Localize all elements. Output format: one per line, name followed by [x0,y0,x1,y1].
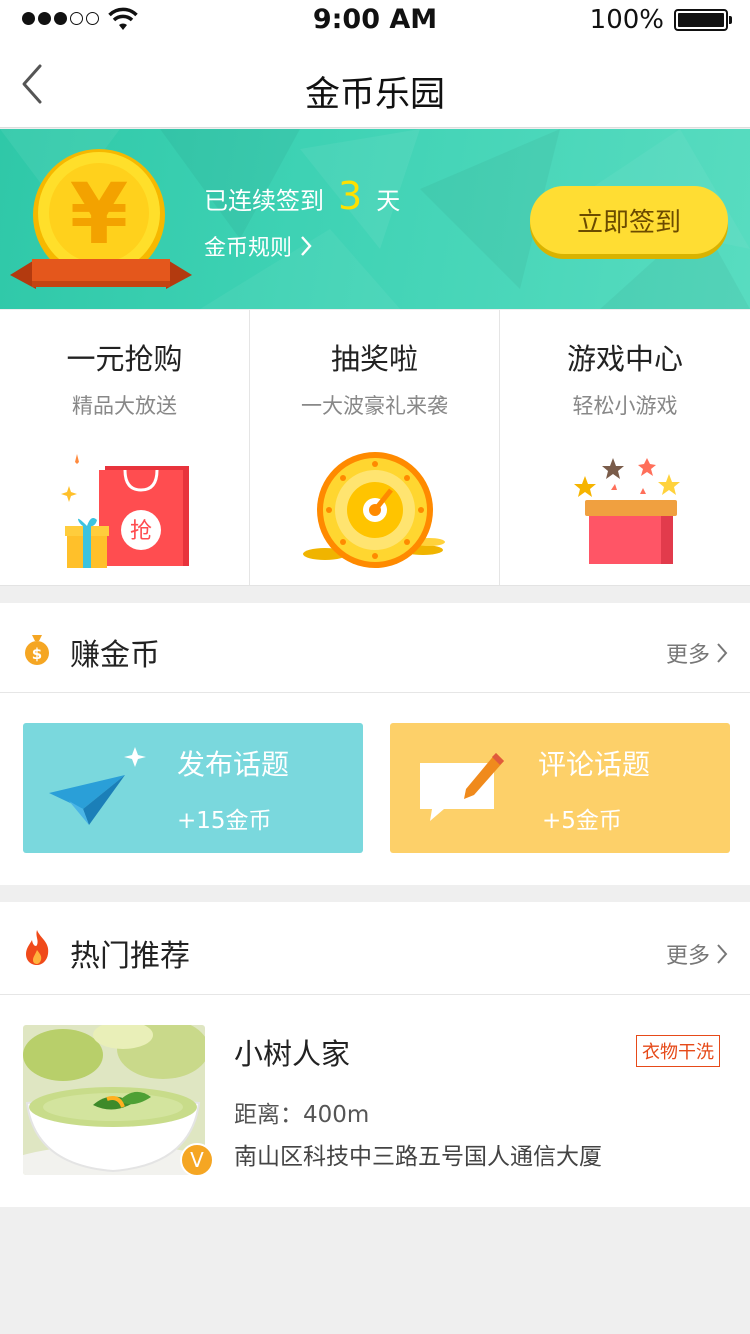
lottery-wheel-icon [302,452,445,568]
card-title: 发布话题 [177,748,290,781]
feature-title: 一元抢购 [66,342,183,376]
hot-more-link[interactable]: 更多 [666,938,728,970]
signin-days: 3 [338,174,363,218]
shop-distance: 距离：400m [234,1102,370,1128]
battery-icon [674,9,732,31]
shop-address: 南山区科技中三路五号国人通信大厦 [234,1144,602,1170]
flash-sale-badge: 抢 [129,519,151,544]
shop-thumbnail [23,1025,205,1175]
signin-banner: ¥ 已连续签到 3 天 金币规则 立即签到 [0,129,750,309]
comment-edit-icon [420,753,504,821]
svg-text:¥: ¥ [70,165,128,263]
feature-lottery[interactable]: 抽奖啦 一大波豪礼来袭 [250,310,500,585]
chevron-right-icon [301,236,312,256]
page-title: 金币乐园 [304,75,445,115]
signin-suffix: 天 [376,187,401,215]
feature-subtitle: 轻松小游戏 [572,394,678,418]
more-label: 更多 [665,944,710,969]
feature-subtitle: 一大波豪礼来袭 [301,394,448,418]
fire-icon [26,930,49,965]
money-bag-icon: $ [25,635,49,665]
earn-section-header: $ 赚金币 更多 [0,603,750,693]
signin-prefix: 已连续签到 [204,187,324,215]
shopping-bag-icon: 抢 [60,454,189,568]
shop-list-item[interactable]: V 小树人家 衣物干洗 距离：400m 南山区科技中三路五号国人通信大厦 [0,995,750,1205]
chevron-right-icon [717,643,728,663]
hot-section-title: 热门推荐 [70,939,190,974]
game-box-icon [574,458,680,564]
feature-subtitle: 精品大放送 [72,394,177,418]
shop-name: 小树人家 [234,1037,351,1071]
feature-title: 抽奖啦 [330,342,418,376]
earn-cards: 发布话题 +15金币 评论话题 +5金币 [0,693,750,883]
verified-badge: V [180,1143,214,1177]
paper-plane-icon [49,747,146,825]
signin-button[interactable]: 立即签到 [530,186,728,254]
earn-coins-section: $ 赚金币 更多 发布话题 +15金币 评论话题 +5金币 [0,603,750,885]
feature-flash-sale[interactable]: 一元抢购 精品大放送 抢 [0,310,250,585]
hot-section-header: 热门推荐 更多 [0,902,750,995]
coin-rules-label: 金币规则 [204,236,293,261]
more-label: 更多 [665,643,710,668]
feature-game-center[interactable]: 游戏中心 轻松小游戏 [500,310,750,585]
coin-rules-link[interactable]: 金币规则 [204,230,400,262]
nav-bar: 金币乐园 [0,40,750,128]
feature-title: 游戏中心 [566,342,683,376]
svg-text:$: $ [32,645,42,663]
earn-section-title: 赚金币 [70,638,160,673]
gold-coin-icon: ¥ [10,149,192,289]
post-topic-card[interactable]: 发布话题 +15金币 [23,723,363,853]
comment-topic-card[interactable]: 评论话题 +5金币 [390,723,730,853]
shop-category-tag: 衣物干洗 [636,1035,720,1067]
earn-more-link[interactable]: 更多 [666,637,728,669]
hot-recommend-section: 热门推荐 更多 V 小树人家 衣物干洗 距离：400m 南山区科技中三路五号国人… [0,902,750,1207]
card-reward: +5金币 [542,808,622,834]
battery-percent: 100% [589,5,664,35]
signin-info: 已连续签到 3 天 金币规则 [204,177,400,262]
status-bar: 9:00 AM 100% [0,0,750,40]
feature-grid: 一元抢购 精品大放送 抢 抽奖啦 一大波豪礼来袭 游戏中心 轻松小游戏 [0,310,750,586]
card-title: 评论话题 [538,748,651,781]
chevron-right-icon [717,944,728,964]
card-reward: +15金币 [177,808,272,834]
